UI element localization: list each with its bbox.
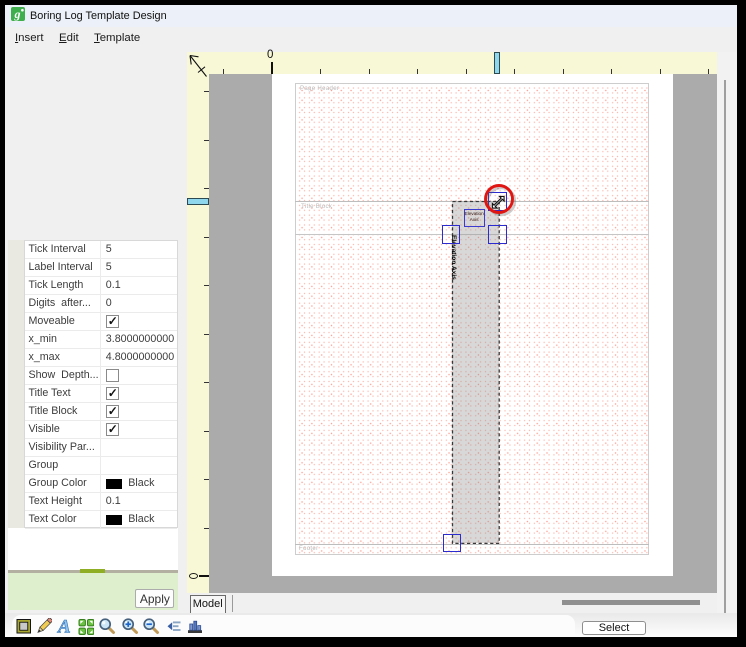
svg-text:g: g bbox=[14, 7, 21, 21]
svg-text:A: A bbox=[57, 618, 71, 635]
